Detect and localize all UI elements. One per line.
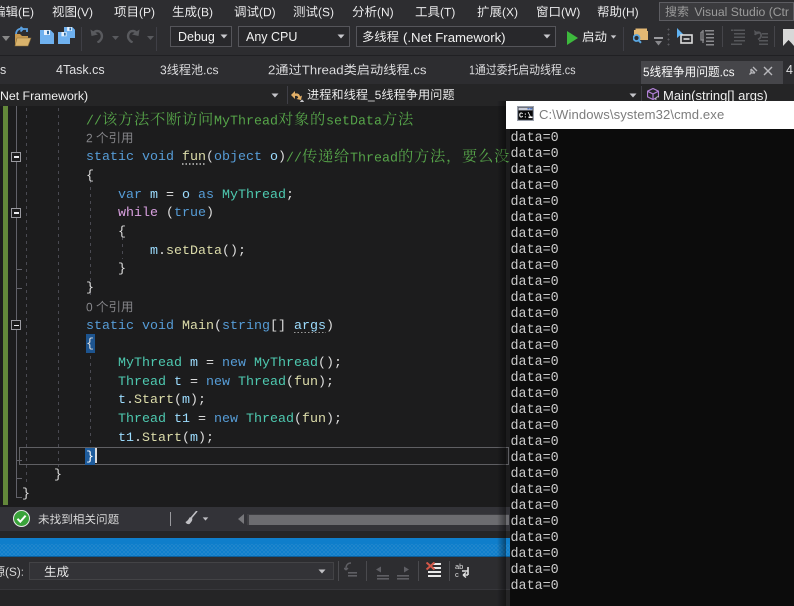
svg-text:c: c xyxy=(455,570,459,579)
